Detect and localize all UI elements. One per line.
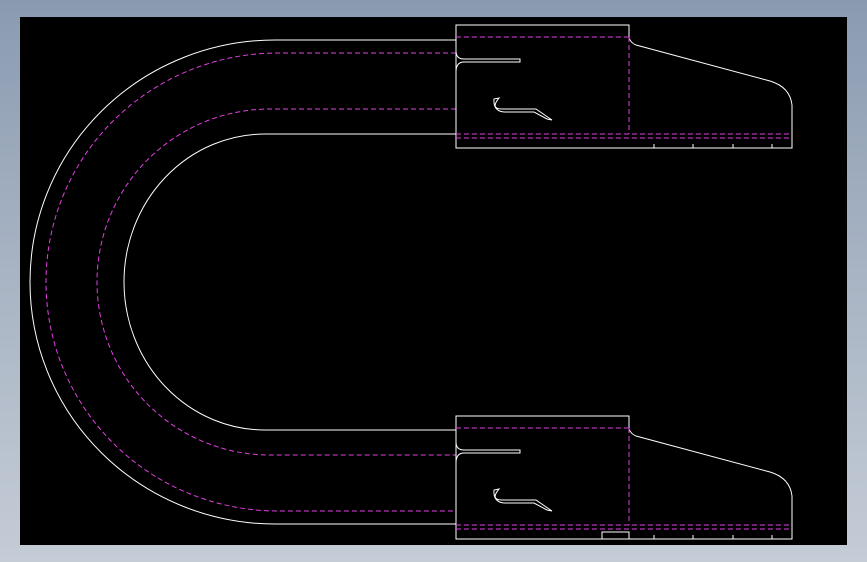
top-link-slot — [455, 50, 521, 73]
chain-link-drawing[interactable] — [20, 17, 847, 545]
bottom-link-outline — [455, 415, 793, 540]
hidden-bend-outer — [45, 52, 456, 512]
top-connector-link — [455, 24, 793, 149]
bottom-connector-link — [455, 415, 793, 540]
cad-viewport[interactable] — [20, 17, 847, 545]
outer-bend-outline — [29, 39, 456, 525]
inner-bend-outline — [123, 133, 456, 431]
u-bend-body — [29, 39, 456, 525]
hidden-bend-inner — [96, 108, 456, 456]
bottom-tab — [601, 531, 630, 540]
bottom-link-hook — [493, 488, 553, 512]
top-link-outline — [455, 24, 793, 149]
top-link-hook — [493, 97, 553, 121]
bottom-link-slot — [455, 441, 521, 464]
